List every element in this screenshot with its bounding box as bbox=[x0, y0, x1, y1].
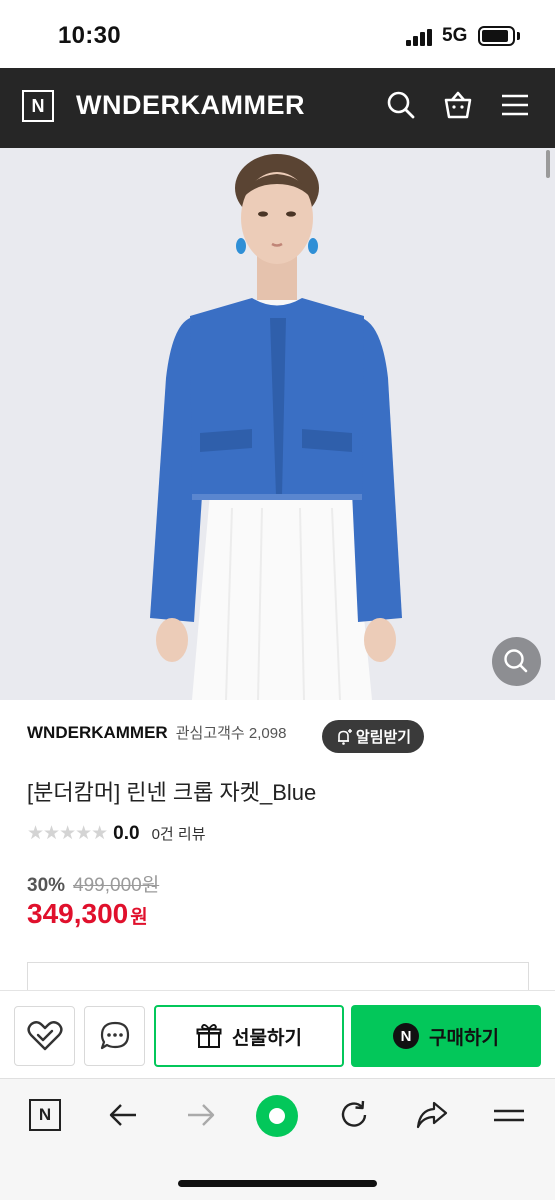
zoom-icon bbox=[504, 649, 528, 673]
network-label: 5G bbox=[442, 25, 468, 46]
scrollbar[interactable] bbox=[546, 150, 550, 178]
purchase-button[interactable]: N 구매하기 bbox=[351, 1005, 541, 1067]
sale-price-row: 349,300 원 bbox=[27, 898, 148, 930]
original-price: 499,000원 bbox=[73, 875, 160, 896]
notify-button[interactable]: 알림받기 bbox=[322, 720, 424, 753]
browser-logo-letter: N bbox=[29, 1099, 61, 1131]
home-indicator[interactable] bbox=[178, 1180, 377, 1187]
heart-check-icon bbox=[26, 1021, 63, 1051]
bell-plus-icon bbox=[337, 728, 352, 745]
header-logo-icon[interactable]: N bbox=[22, 90, 54, 122]
status-bar: 10:30 5G bbox=[0, 0, 555, 68]
header-title[interactable]: WNDERKAMMER bbox=[76, 90, 305, 121]
follower-count: 관심고객수 2,098 bbox=[175, 725, 287, 742]
chat-button[interactable] bbox=[84, 1006, 145, 1066]
rating-stars-icon: ★★★★★ bbox=[27, 823, 108, 844]
notify-label: 알림받기 bbox=[355, 729, 412, 746]
discount-rate: 30% bbox=[27, 875, 66, 896]
signal-icon bbox=[406, 29, 434, 46]
wishlist-button[interactable] bbox=[14, 1006, 75, 1066]
search-icon[interactable] bbox=[386, 90, 416, 120]
zoom-button[interactable] bbox=[492, 637, 541, 686]
chat-icon bbox=[100, 1021, 129, 1050]
review-count[interactable]: 0건 리뷰 bbox=[152, 823, 206, 844]
app-header: N WNDERKAMMER bbox=[0, 68, 555, 148]
shopping-bag-icon[interactable] bbox=[443, 90, 473, 120]
menu-icon[interactable] bbox=[500, 90, 530, 120]
refresh-icon[interactable] bbox=[336, 1097, 372, 1133]
forward-arrow-icon[interactable] bbox=[183, 1097, 219, 1133]
discount-row: 30% 499,000원 bbox=[27, 870, 159, 897]
battery-cap bbox=[517, 32, 520, 40]
sale-price: 349,300 bbox=[27, 898, 129, 929]
brand-name[interactable]: WNDERKAMMER bbox=[27, 723, 168, 743]
battery-icon bbox=[478, 26, 515, 46]
gift-button[interactable]: 선물하기 bbox=[154, 1005, 344, 1067]
rating-row: ★★★★★ 0.0 0건 리뷰 bbox=[27, 822, 206, 845]
naver-logo-icon[interactable]: N bbox=[27, 1097, 63, 1133]
model-illustration bbox=[150, 154, 402, 700]
currency-label: 원 bbox=[130, 907, 148, 928]
rating-score: 0.0 bbox=[113, 822, 140, 844]
share-icon[interactable] bbox=[414, 1097, 450, 1133]
buy-bar: 선물하기 N 구매하기 bbox=[0, 990, 555, 1078]
gift-label: 선물하기 bbox=[232, 1027, 302, 1049]
back-arrow-icon[interactable] bbox=[105, 1097, 141, 1133]
product-title: [분더캄머] 린넨 크롭 자켓_Blue bbox=[27, 780, 317, 805]
gift-icon bbox=[196, 1024, 222, 1048]
purchase-label: 구매하기 bbox=[429, 1027, 499, 1049]
browser-menu-icon[interactable] bbox=[491, 1097, 527, 1133]
naver-pay-icon: N bbox=[393, 1023, 420, 1049]
green-home-icon[interactable] bbox=[256, 1095, 298, 1137]
brand-row: WNDERKAMMER 관심고객수 2,098 bbox=[27, 722, 286, 743]
product-image[interactable] bbox=[0, 148, 555, 700]
status-time: 10:30 bbox=[58, 22, 121, 49]
